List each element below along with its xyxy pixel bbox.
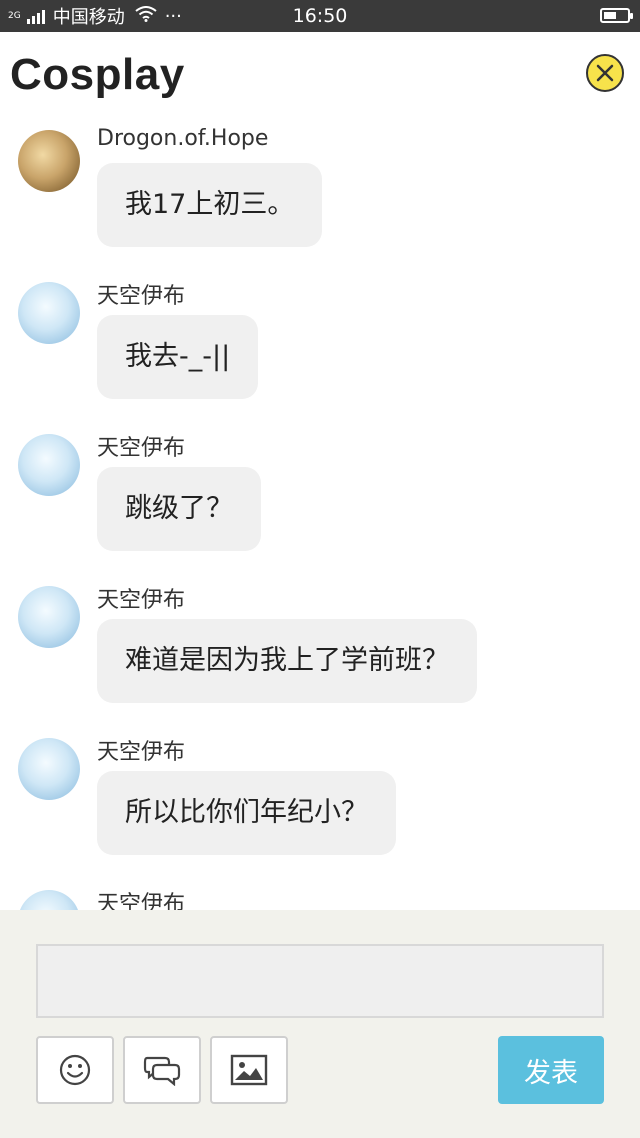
message-bubble: 我去-_-||	[97, 315, 259, 399]
composer: 发表	[0, 910, 640, 1138]
close-icon	[596, 64, 614, 82]
message-input[interactable]	[36, 944, 604, 1018]
page-title: Cosplay	[10, 50, 185, 99]
avatar[interactable]	[18, 434, 80, 496]
message-bubble: 跳级了？	[97, 467, 261, 551]
chat-message: 天空伊布 跳级了？	[0, 416, 640, 568]
message-bubble: 难道是因为我上了学前班？	[97, 619, 477, 703]
sender-name[interactable]: Drogon.of.Hope	[97, 126, 268, 151]
smiley-icon	[59, 1054, 91, 1086]
chat-list[interactable]: Drogon.of.Hope 我17上初三。 天空伊布 我去-_-|| 天空伊布…	[0, 112, 640, 910]
sender-name[interactable]: 天空伊布	[97, 430, 185, 462]
send-button[interactable]: 发表	[498, 1036, 604, 1104]
message-bubble: 我17上初三。	[97, 163, 323, 247]
battery-icon	[600, 8, 633, 23]
close-button[interactable]	[586, 54, 624, 92]
image-button[interactable]	[210, 1036, 288, 1104]
chat-message: 天空伊布 我去-_-||	[0, 264, 640, 416]
avatar[interactable]	[18, 130, 80, 192]
chat-message: Drogon.of.Hope 我17上初三。	[0, 112, 640, 264]
sender-name[interactable]: 天空伊布	[97, 278, 185, 310]
emoji-button[interactable]	[36, 1036, 114, 1104]
avatar[interactable]	[18, 586, 80, 648]
avatar[interactable]	[18, 738, 80, 800]
avatar[interactable]	[18, 890, 80, 910]
sender-name[interactable]: 天空伊布	[97, 582, 185, 614]
chat-message: 天空伊布 难道是因为我上了学前班？	[0, 568, 640, 720]
sender-name[interactable]: 天空伊布	[97, 886, 185, 910]
chat-message: 天空伊布	[0, 872, 640, 910]
sender-name[interactable]: 天空伊布	[97, 734, 185, 766]
status-bar: 2G 中国移动 ··· 16:50	[0, 0, 640, 32]
image-icon	[230, 1054, 268, 1086]
clock: 16:50	[292, 5, 348, 27]
message-bubble: 所以比你们年纪小？	[97, 771, 396, 855]
quote-button[interactable]	[123, 1036, 201, 1104]
chat-bubbles-icon	[143, 1056, 181, 1086]
avatar[interactable]	[18, 282, 80, 344]
chat-message: 天空伊布 所以比你们年纪小？	[0, 720, 640, 872]
